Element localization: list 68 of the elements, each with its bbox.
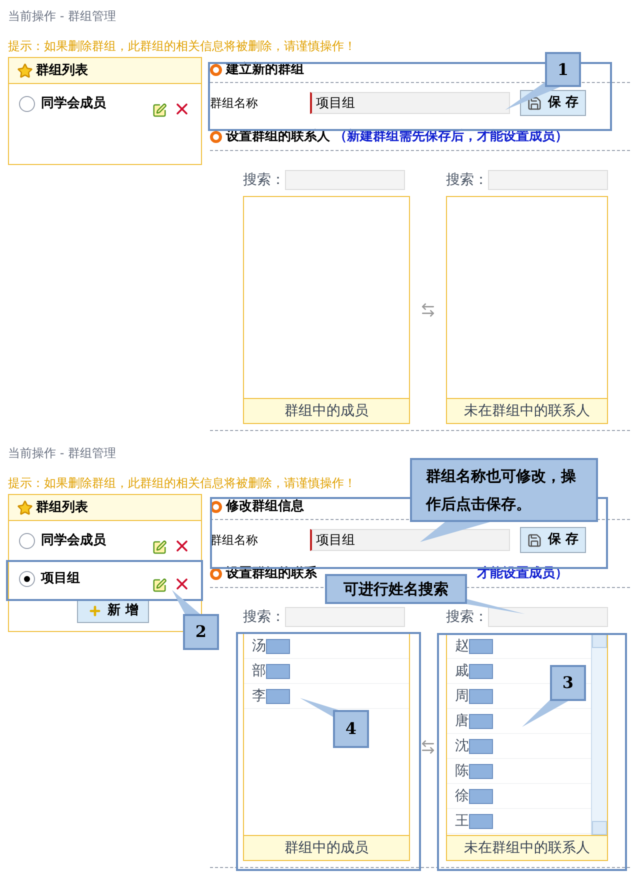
breadcrumb: 当前操作 - 群组管理 (8, 8, 117, 22)
list-item[interactable]: 汤 (244, 634, 409, 659)
callout: 3 (550, 665, 586, 701)
add-button[interactable]: 新 增 (76, 599, 150, 623)
contact-name: 汤 (252, 636, 266, 656)
contact-name: 周 (455, 686, 469, 706)
section-title: 修改群组信息 (226, 498, 304, 516)
search-field[interactable] (488, 607, 608, 627)
save-button[interactable]: 保 存 (520, 527, 586, 553)
star-icon (17, 500, 33, 516)
field-label: 群组名称 (210, 95, 259, 112)
group-name: 同学会成员 (41, 95, 107, 114)
callout: 可进行姓名搜索 (325, 574, 467, 604)
search-label: 搜索： (243, 608, 285, 626)
radio-button[interactable] (19, 96, 35, 112)
search-field[interactable] (285, 607, 405, 627)
list-caption: 群组中的成员 (244, 835, 409, 860)
radio-button[interactable] (19, 533, 35, 549)
save-button[interactable]: 保 存 (520, 90, 586, 116)
group-item[interactable]: 同学会成员 (9, 523, 201, 559)
panel-title: 群组列表 (36, 62, 88, 80)
contact-name: 李 (252, 686, 266, 706)
contact-name: 部 (252, 662, 266, 680)
panel-title: 群组列表 (36, 498, 88, 517)
group-name-field[interactable]: 项目组 (310, 529, 510, 551)
callout: 4 (333, 710, 369, 748)
edit-icon[interactable] (152, 540, 167, 554)
contact-name: 赵 (455, 636, 469, 656)
save-icon (527, 532, 542, 548)
callout: 1 (545, 52, 581, 87)
list-caption: 未在群组中的联系人 (447, 835, 607, 860)
save-icon (527, 96, 542, 110)
contact-name: 王 (455, 812, 469, 830)
search-label: 搜索： (243, 170, 285, 190)
edit-icon[interactable] (152, 578, 167, 592)
search-field[interactable] (488, 170, 608, 190)
list-item[interactable]: 赵 (447, 634, 591, 659)
group-item[interactable]: 同学会成员 (9, 86, 201, 122)
list-item[interactable]: 部 (244, 659, 409, 684)
callout: 2 (183, 614, 219, 650)
list-item[interactable]: 沈 (447, 734, 591, 759)
group-name-field[interactable]: 项目组 (310, 92, 510, 114)
list-item[interactable]: 徐 (447, 784, 591, 809)
warning-text: 提示：如果删除群组，此群组的相关信息将被删除，请谨慎操作！ (8, 475, 356, 492)
warning-text: 提示：如果删除群组，此群组的相关信息将被删除，请谨慎操作！ (8, 38, 356, 55)
callout-pointer (172, 590, 200, 616)
list-caption: 未在群组中的联系人 (447, 398, 607, 423)
list-item[interactable]: 王 (447, 809, 591, 834)
contact-name: 唐 (455, 712, 469, 730)
breadcrumb: 当前操作 - 群组管理 (8, 445, 117, 459)
search-label: 搜索： (446, 608, 488, 626)
edit-icon[interactable] (152, 102, 167, 118)
contact-name: 戚 (455, 662, 469, 680)
list-item[interactable]: 陈 (447, 759, 591, 784)
swap-icon[interactable] (420, 302, 436, 318)
scrollbar[interactable] (591, 634, 607, 835)
radio-button[interactable] (19, 571, 35, 587)
swap-icon[interactable] (420, 739, 436, 755)
group-name: 同学会成员 (41, 532, 107, 550)
group-name: 项目组 (41, 570, 81, 588)
list-caption: 群组中的成员 (244, 398, 409, 423)
search-label: 搜索： (446, 170, 488, 190)
star-icon (17, 62, 33, 78)
contact-name: 沈 (455, 736, 469, 756)
search-field[interactable] (285, 170, 405, 190)
contact-name: 陈 (455, 762, 469, 780)
contact-name: 徐 (455, 786, 469, 806)
plus-icon (88, 604, 102, 618)
